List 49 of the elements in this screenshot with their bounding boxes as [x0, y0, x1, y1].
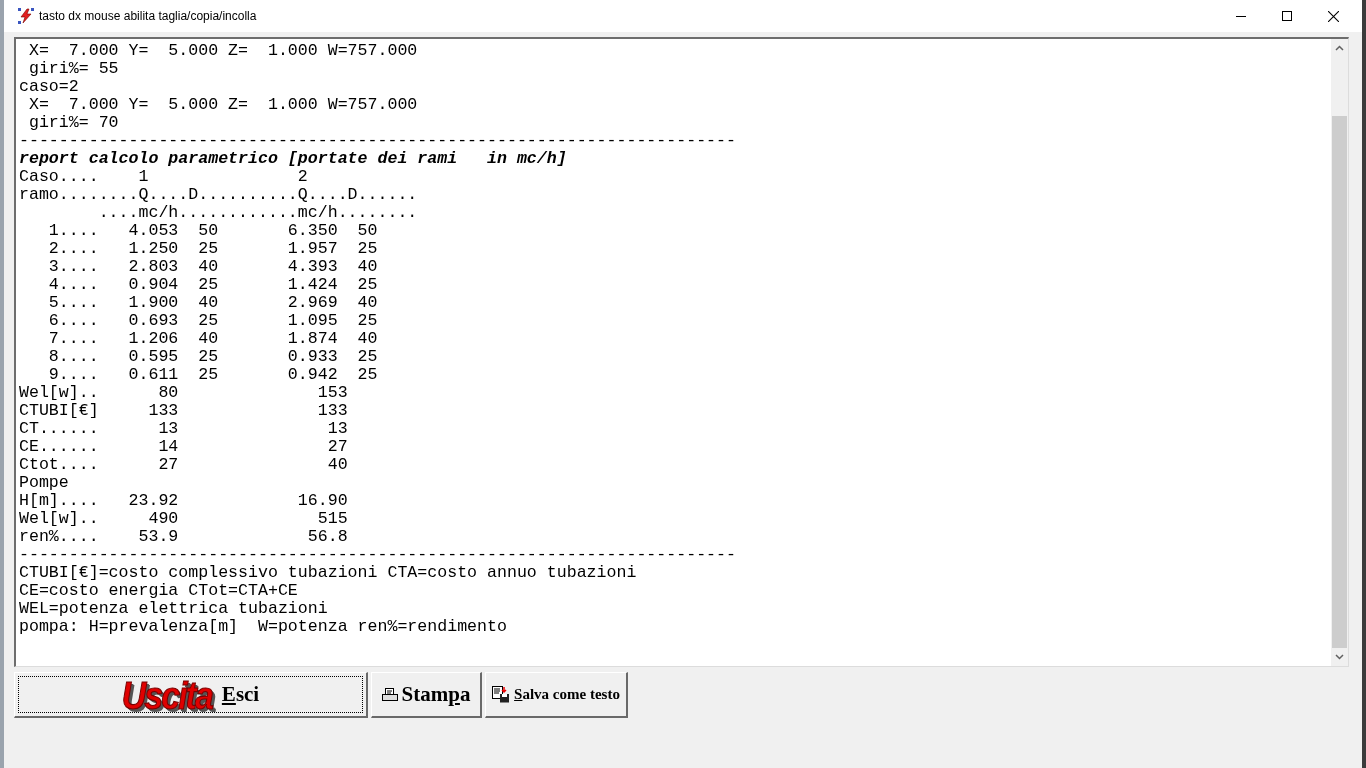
- exit-button[interactable]: Uscita Esci: [14, 672, 368, 718]
- report-heading: report calcolo parametrico [portate dei rami in mc/h]: [19, 150, 567, 168]
- report-line: giri%= 70: [27, 114, 119, 132]
- report-line: 4.... 0.904 25 1.424 25: [47, 276, 378, 294]
- scrollbar[interactable]: [1331, 39, 1348, 666]
- report-line: 5.... 1.900 40 2.969 40: [47, 294, 378, 312]
- report-line: CTUBI[€]=costo complessivo tubazioni CTA=costo annuo tubazioni: [19, 564, 637, 582]
- report-line: 2.... 1.250 25 1.957 25: [47, 240, 378, 258]
- report-line: CE=costo energia CTot=CTA+CE: [19, 582, 298, 600]
- scrollbar-thumb[interactable]: [1332, 116, 1347, 648]
- window-title: tasto dx mouse abilita taglia/copia/incolla: [39, 8, 257, 25]
- close-icon: [1327, 10, 1339, 22]
- report-line: ------------------------------------------------------------------------: [19, 132, 736, 150]
- save-document-icon: [492, 686, 511, 703]
- report-line: Wel[w].. 490 515: [19, 510, 348, 528]
- report-line: ....mc/h............mc/h........: [97, 204, 418, 222]
- report-line: WEL=potenza elettrica tubazioni: [19, 600, 328, 618]
- report-line: ren%.... 53.9 56.8: [19, 528, 348, 546]
- report-line: Pompe: [19, 474, 69, 492]
- maximize-icon: [1282, 11, 1292, 21]
- report-line: CE...... 14 27: [19, 438, 348, 456]
- report-line: Wel[w].. 80 153: [19, 384, 348, 402]
- report-line: 6.... 0.693 25 1.095 25: [47, 312, 378, 330]
- report-line: CTUBI[€] 133 133: [19, 402, 348, 420]
- report-line: giri%= 55: [27, 60, 119, 78]
- report-line: 8.... 0.595 25 0.933 25: [47, 348, 378, 366]
- report-line: ------------------------------------------------------------------------: [19, 546, 736, 564]
- exit-logo: Uscita: [121, 671, 212, 718]
- scroll-down-icon[interactable]: [1335, 654, 1344, 660]
- report-line: 9.... 0.611 25 0.942 25: [47, 366, 378, 384]
- report-line: pompa: H=prevalenza[m] W=potenza ren%=rendimento: [19, 618, 507, 636]
- save-as-text-button[interactable]: Salva come testo: [485, 672, 628, 718]
- report-text-area[interactable]: [14, 37, 1349, 667]
- print-button[interactable]: Stampa: [371, 672, 482, 718]
- report-line: 7.... 1.206 40 1.874 40: [47, 330, 378, 348]
- report-line: CT...... 13 13: [19, 420, 348, 438]
- report-line: H[m].... 23.92 16.90: [19, 492, 348, 510]
- report-line: Caso.... 1 2: [19, 168, 308, 186]
- scroll-up-icon[interactable]: [1335, 45, 1344, 51]
- report-line: 3.... 2.803 40 4.393 40: [47, 258, 378, 276]
- report-line: X= 7.000 Y= 5.000 Z= 1.000 W=757.000: [27, 96, 418, 114]
- minimize-icon: [1236, 15, 1246, 17]
- report-line: 1.... 4.053 50 6.350 50: [47, 222, 378, 240]
- printer-icon: [381, 687, 398, 702]
- report-line: ramo........Q....D..........Q....D......: [19, 186, 418, 204]
- report-line: Ctot.... 27 40: [19, 456, 348, 474]
- report-line: caso=2: [19, 78, 79, 96]
- report-line: X= 7.000 Y= 5.000 Z= 1.000 W=757.000: [27, 42, 418, 60]
- app-icon: [18, 8, 34, 24]
